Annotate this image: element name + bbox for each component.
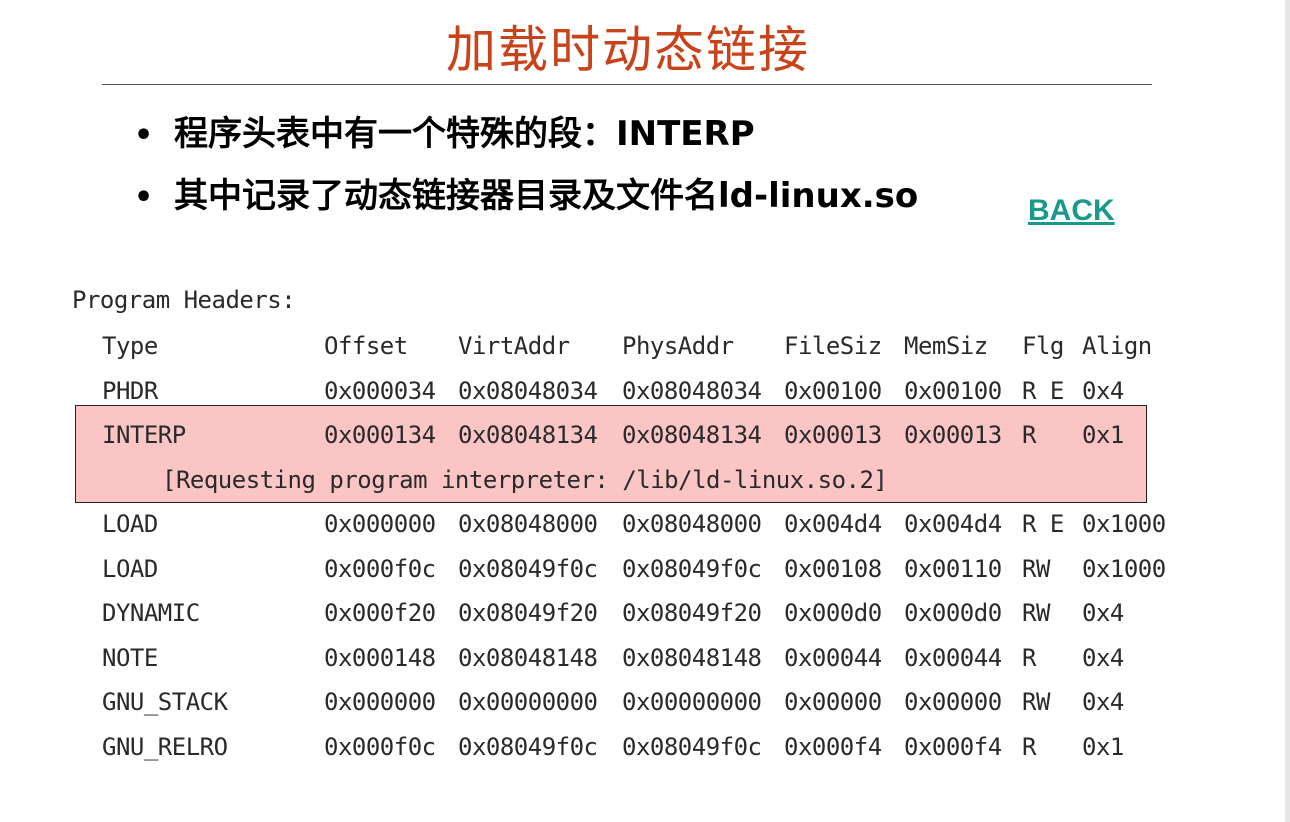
cell-memsiz: 0x00100 <box>904 376 1002 405</box>
cell-flg: R <box>1022 421 1036 449</box>
cell-type: DYNAMIC <box>102 599 200 627</box>
cell-offset: 0x000034 <box>324 376 436 405</box>
cell-align: 0x1000 <box>1082 510 1166 538</box>
right-edge-bar <box>1285 0 1290 822</box>
bullet-dot-icon: • <box>134 118 154 153</box>
bullet-list: • 程序头表中有一个特殊的段：INTERP • 其中记录了动态链接器目录及文件名ld… <box>134 112 918 236</box>
interp-note: [Requesting program interpreter: /lib/ld… <box>72 458 888 503</box>
cell-physaddr: 0x08049f20 <box>622 599 762 627</box>
cell-memsiz: 0x004d4 <box>904 510 1002 538</box>
table-row: DYNAMIC 0x000f20 0x08049f20 0x08049f20 0… <box>72 591 1124 636</box>
cell-physaddr: 0x08048134 <box>622 421 762 449</box>
cell-align: 0x4 <box>1082 376 1124 405</box>
cell-virtaddr: 0x08048000 <box>458 510 598 538</box>
column-header: Offset <box>324 332 408 360</box>
bullet-dot-icon: • <box>134 180 154 215</box>
cell-flg: R E <box>1022 376 1064 405</box>
cell-type: GNU_STACK <box>102 688 228 716</box>
cell-virtaddr: 0x08049f20 <box>458 599 598 627</box>
cell-filesiz: 0x00000 <box>784 688 882 716</box>
cell-physaddr: 0x08048000 <box>622 510 762 538</box>
table-row: NOTE 0x000148 0x08048148 0x08048148 0x00… <box>72 636 1124 681</box>
interp-note-text: [Requesting program interpreter: /lib/ld… <box>162 465 888 494</box>
cell-offset: 0x000f0c <box>324 732 436 761</box>
cell-memsiz: 0x00000 <box>904 688 1002 716</box>
cell-filesiz: 0x00100 <box>784 376 882 405</box>
cell-align: 0x1 <box>1082 421 1124 449</box>
bullet-item: • 其中记录了动态链接器目录及文件名ld-linux.so <box>134 174 918 236</box>
bullet-item: • 程序头表中有一个特殊的段：INTERP <box>134 112 918 174</box>
cell-physaddr: 0x08049f0c <box>622 732 762 761</box>
cell-type: GNU_RELRO <box>102 732 228 761</box>
column-header: Align <box>1082 332 1152 360</box>
program-headers-heading: Program Headers: <box>72 286 296 314</box>
cell-offset: 0x000148 <box>324 643 436 672</box>
column-header: Flg <box>1022 332 1064 360</box>
title-divider <box>102 84 1152 85</box>
cell-align: 0x4 <box>1082 643 1124 672</box>
slide-title: 加载时动态链接 <box>446 21 810 79</box>
cell-offset: 0x000000 <box>324 510 436 538</box>
cell-virtaddr: 0x08048034 <box>458 376 598 405</box>
cell-filesiz: 0x000f4 <box>784 732 882 761</box>
cell-virtaddr: 0x08048134 <box>458 421 598 449</box>
table-row: PHDR 0x000034 0x08048034 0x08048034 0x00… <box>72 369 1124 414</box>
cell-filesiz: 0x004d4 <box>784 510 882 538</box>
cell-offset: 0x000000 <box>324 688 436 716</box>
cell-virtaddr: 0x08049f0c <box>458 554 598 583</box>
table-row-interp: INTERP 0x000134 0x08048134 0x08048134 0x… <box>72 413 1124 458</box>
cell-filesiz: 0x00044 <box>784 643 882 672</box>
cell-physaddr: 0x08048034 <box>622 376 762 405</box>
cell-align: 0x1000 <box>1082 554 1166 583</box>
bullet-text: 其中记录了动态链接器目录及文件名ld-linux.so <box>174 176 919 216</box>
column-header: FileSiz <box>784 332 882 360</box>
cell-filesiz: 0x00013 <box>784 421 882 449</box>
cell-flg: R E <box>1022 510 1064 538</box>
cell-align: 0x4 <box>1082 599 1124 627</box>
cell-memsiz: 0x00013 <box>904 421 1002 449</box>
column-header: PhysAddr <box>622 332 734 360</box>
cell-memsiz: 0x000f4 <box>904 732 1002 761</box>
column-header: MemSiz <box>904 332 988 360</box>
table-header-row: Type Offset VirtAddr PhysAddr FileSiz Me… <box>72 324 1152 369</box>
cell-type: PHDR <box>102 376 158 405</box>
cell-virtaddr: 0x00000000 <box>458 688 598 716</box>
cell-physaddr: 0x00000000 <box>622 688 762 716</box>
cell-flg: RW <box>1022 599 1050 627</box>
cell-filesiz: 0x000d0 <box>784 599 882 627</box>
cell-offset: 0x000f0c <box>324 554 436 583</box>
table-row: LOAD 0x000f0c 0x08049f0c 0x08049f0c 0x00… <box>72 547 1166 592</box>
cell-physaddr: 0x08049f0c <box>622 554 762 583</box>
cell-offset: 0x000134 <box>324 421 436 449</box>
cell-virtaddr: 0x08049f0c <box>458 732 598 761</box>
cell-memsiz: 0x00110 <box>904 554 1002 583</box>
column-header: Type <box>102 332 158 360</box>
cell-memsiz: 0x00044 <box>904 643 1002 672</box>
cell-filesiz: 0x00108 <box>784 554 882 583</box>
cell-flg: RW <box>1022 688 1050 716</box>
table-row: GNU_STACK 0x000000 0x00000000 0x00000000… <box>72 680 1124 725</box>
cell-flg: R <box>1022 643 1036 672</box>
cell-align: 0x1 <box>1082 732 1124 761</box>
column-header: VirtAddr <box>458 332 570 360</box>
table-row: LOAD 0x000000 0x08048000 0x08048000 0x00… <box>72 502 1166 547</box>
cell-flg: R <box>1022 732 1036 761</box>
cell-type: INTERP <box>102 421 186 449</box>
cell-memsiz: 0x000d0 <box>904 599 1002 627</box>
cell-virtaddr: 0x08048148 <box>458 643 598 672</box>
cell-align: 0x4 <box>1082 688 1124 716</box>
table-row: GNU_RELRO 0x000f0c 0x08049f0c 0x08049f0c… <box>72 725 1124 770</box>
cell-physaddr: 0x08048148 <box>622 643 762 672</box>
cell-offset: 0x000f20 <box>324 599 436 627</box>
cell-type: LOAD <box>102 510 158 538</box>
program-headers-table: Program Headers: Type Offset VirtAddr Ph… <box>72 280 1166 770</box>
back-link[interactable]: BACK <box>1028 194 1115 228</box>
cell-type: NOTE <box>102 643 158 672</box>
bullet-text: 程序头表中有一个特殊的段：INTERP <box>174 114 755 154</box>
cell-flg: RW <box>1022 554 1050 583</box>
cell-type: LOAD <box>102 554 158 583</box>
